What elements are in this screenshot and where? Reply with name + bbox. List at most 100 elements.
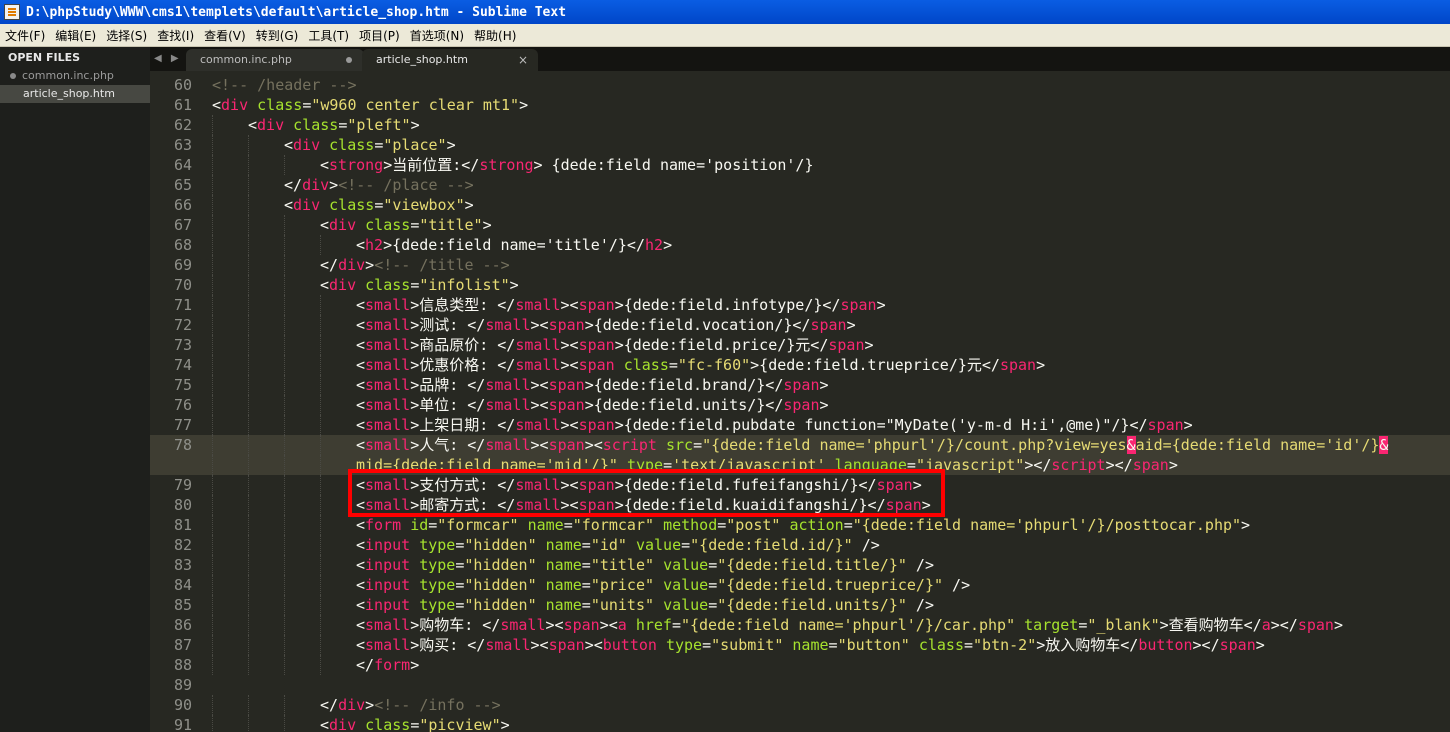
code-line[interactable]: 87 <small>购买: </small><span><button type=… [150, 635, 1450, 655]
code-line[interactable]: 76 <small>单位: </small><span>{dede:field.u… [150, 395, 1450, 415]
code-line[interactable]: 89 [150, 675, 1450, 695]
indent-guide [248, 435, 249, 455]
line-number: 68 [173, 236, 192, 254]
line-number: 79 [173, 476, 192, 494]
indent-guide [284, 615, 285, 635]
indent-guide [212, 295, 213, 315]
indent-guide [212, 115, 213, 135]
indent-guide [212, 235, 213, 255]
indent-guide [248, 255, 249, 275]
code-line[interactable]: 70 <div class="infolist"> [150, 275, 1450, 295]
tab-nav-arrows-icon[interactable]: ◀ ▶ [154, 47, 182, 71]
indent-guide [248, 415, 249, 435]
line-number: 70 [173, 276, 192, 294]
sidebar-file-0[interactable]: common.inc.php [0, 67, 150, 85]
code-line[interactable]: 73 <small>商品原价: </small><span>{dede:field… [150, 335, 1450, 355]
code-line[interactable]: 91 <div class="picview"> [150, 715, 1450, 732]
code-line[interactable]: 90 </div><!-- /info --> [150, 695, 1450, 715]
code-line[interactable]: 78 <small>人气: </small><span><script src="… [150, 435, 1450, 455]
code-line[interactable]: 69 </div><!-- /title --> [150, 255, 1450, 275]
tab-0[interactable]: common.inc.php [186, 49, 364, 71]
indent-guide [212, 355, 213, 375]
indent-guide [320, 535, 321, 555]
code-line[interactable]: 68 <h2>{dede:field name='title'/}</h2> [150, 235, 1450, 255]
line-number: 90 [173, 696, 192, 714]
menu-item-2[interactable]: 选择(S) [101, 27, 152, 44]
indent-guide [284, 495, 285, 515]
line-number: 67 [173, 216, 192, 234]
indent-guide [248, 635, 249, 655]
indent-guide [284, 335, 285, 355]
code-line[interactable]: 61 <div class="w960 center clear mt1"> [150, 95, 1450, 115]
indent-guide [284, 355, 285, 375]
menu-item-7[interactable]: 项目(P) [354, 27, 405, 44]
code-line[interactable]: 60 <!-- /header --> [150, 75, 1450, 95]
indent-guide [284, 475, 285, 495]
code-line[interactable]: 81 <form id="formcar" name="formcar" meth… [150, 515, 1450, 535]
line-code: <div class="title"> [320, 216, 492, 234]
indent-guide [284, 295, 285, 315]
indent-guide [212, 415, 213, 435]
indent-guide [284, 315, 285, 335]
indent-guide [212, 395, 213, 415]
indent-guide [248, 155, 249, 175]
sidebar-file-1[interactable]: article_shop.htm [0, 85, 150, 103]
indent-guide [212, 455, 213, 475]
code-line[interactable]: 71 <small>信息类型: </small><span>{dede:field… [150, 295, 1450, 315]
gutter-current-line [150, 455, 207, 475]
indent-guide [212, 175, 213, 195]
indent-guide [212, 555, 213, 575]
indent-guide [248, 195, 249, 215]
tab-1[interactable]: article_shop.htm × [362, 49, 538, 71]
menu-item-4[interactable]: 查看(V) [199, 27, 251, 44]
indent-guide [212, 635, 213, 655]
code-line[interactable]: 62 <div class="pleft"> [150, 115, 1450, 135]
line-code: <small>购物车: </small><span><a href="{dede… [356, 616, 1343, 634]
menu-item-3[interactable]: 查找(I) [152, 27, 199, 44]
indent-guide [248, 615, 249, 635]
line-number: 62 [173, 116, 192, 134]
menu-item-9[interactable]: 帮助(H) [469, 27, 521, 44]
indent-guide [212, 195, 213, 215]
code-line[interactable]: 72 <small>测试: </small><span>{dede:field.v… [150, 315, 1450, 335]
code-line[interactable]: 74 <small>优惠价格: </small><span class="fc-f… [150, 355, 1450, 375]
indent-guide [320, 375, 321, 395]
menu-item-1[interactable]: 编辑(E) [50, 27, 101, 44]
code-line[interactable]: 67 <div class="title"> [150, 215, 1450, 235]
sublime-app-icon[interactable] [4, 4, 20, 20]
tab-close-icon[interactable]: × [518, 49, 528, 71]
code-line[interactable]: 83 <input type="hidden" name="title" valu… [150, 555, 1450, 575]
line-number: 66 [173, 196, 192, 214]
menu-item-8[interactable]: 首选项(N) [405, 27, 469, 44]
indent-guide [212, 155, 213, 175]
code-line[interactable]: 77 <small>上架日期: </small><span>{dede:field… [150, 415, 1450, 435]
code-line[interactable]: 82 <input type="hidden" name="id" value="… [150, 535, 1450, 555]
line-code: <small>测试: </small><span>{dede:field.voc… [356, 316, 856, 334]
line-number: 61 [173, 96, 192, 114]
indent-guide [320, 235, 321, 255]
line-code: <small>购买: </small><span><button type="s… [356, 636, 1265, 654]
indent-guide [320, 355, 321, 375]
line-number: 73 [173, 336, 192, 354]
code-line[interactable]: 66 <div class="viewbox"> [150, 195, 1450, 215]
open-files-header: OPEN FILES [8, 51, 81, 64]
indent-guide [284, 695, 285, 715]
code-line[interactable]: 84 <input type="hidden" name="price" valu… [150, 575, 1450, 595]
code-line[interactable]: 63 <div class="place"> [150, 135, 1450, 155]
indent-guide [212, 275, 213, 295]
menu-item-0[interactable]: 文件(F) [0, 27, 50, 44]
modified-dot-icon[interactable] [346, 57, 352, 63]
code-line[interactable]: 85 <input type="hidden" name="units" valu… [150, 595, 1450, 615]
code-line[interactable]: 64 <strong>当前位置:</strong> {dede:field nam… [150, 155, 1450, 175]
code-line[interactable]: 75 <small>品牌: </small><span>{dede:field.b… [150, 375, 1450, 395]
indent-guide [248, 515, 249, 535]
code-editor[interactable]: 60 <!-- /header --> 61 <div class="w960 cen… [150, 71, 1450, 732]
menu-item-5[interactable]: 转到(G) [251, 27, 304, 44]
modified-dot-icon [10, 73, 16, 79]
indent-guide [320, 475, 321, 495]
code-line[interactable]: 86 <small>购物车: </small><span><a href="{de… [150, 615, 1450, 635]
code-line[interactable]: 88 </form> [150, 655, 1450, 675]
code-line[interactable]: 65 </div><!-- /place --> [150, 175, 1450, 195]
menu-item-6[interactable]: 工具(T) [303, 27, 354, 44]
line-number: 69 [173, 256, 192, 274]
